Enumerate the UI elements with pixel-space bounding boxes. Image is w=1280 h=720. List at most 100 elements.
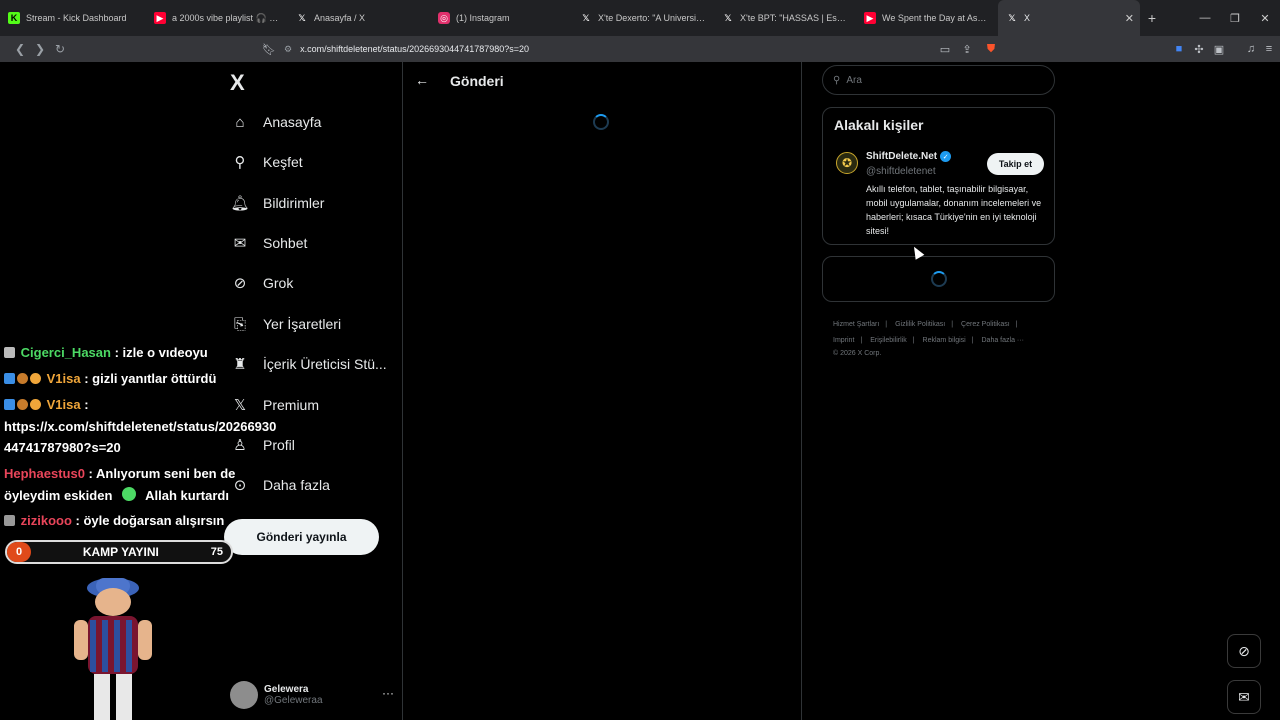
share-icon[interactable]: ⇪ <box>958 40 976 58</box>
grok-icon: ⊘ <box>233 275 247 292</box>
nav-item-messages[interactable]: ✉ Sohbet <box>230 229 308 257</box>
extension-icon[interactable]: ■ <box>1170 40 1188 58</box>
browser-tab[interactable]: ▶ We Spent the Day at Asmongold <box>856 0 998 36</box>
search-icon: ⚲ <box>833 74 841 86</box>
copyright: © 2026 X Corp. <box>833 350 882 357</box>
nav-item-creator-studio[interactable]: ♜ İçerik Üreticisi Stü... <box>230 350 387 378</box>
browser-tab[interactable]: 𝕏 X'te Dexerto: "A University of M <box>572 0 714 36</box>
footer-link[interactable]: Daha fazla ··· <box>982 337 1024 344</box>
loading-card <box>822 256 1055 302</box>
more-dots-icon[interactable]: ··· <box>382 686 394 700</box>
nav-item-home[interactable]: ⌂ Anasayfa <box>230 108 321 136</box>
camp-stream-bar: 0 KAMP YAYINI 75 <box>5 540 233 564</box>
browser-tab[interactable]: 𝕏 X'te BPT: "HASSAS | Esenyurt'ta <box>714 0 856 36</box>
tab-title: X'te Dexerto: "A University of M <box>598 13 706 23</box>
chat-badge-icon <box>30 373 41 384</box>
search-placeholder: Ara <box>846 74 862 86</box>
streamer-avatar-figure <box>74 578 152 720</box>
nav-item-explore[interactable]: ⚲ Keşfet <box>230 148 303 176</box>
account-info: Gelewera @Geleweraa <box>264 684 323 706</box>
x-icon: 𝕏 <box>1008 12 1016 23</box>
new-tab-button[interactable]: + <box>1140 10 1164 26</box>
grok-fab-icon[interactable]: ⊘ <box>1227 634 1261 668</box>
chat-badge-icon <box>17 373 28 384</box>
nav-item-notifications[interactable]: 🔔︎ Bildirimler <box>230 189 324 217</box>
chat-text: : izle o vıdeoyu <box>110 345 208 360</box>
close-window-icon[interactable]: ✕ <box>1250 0 1280 36</box>
chat-badge-icon <box>4 399 15 410</box>
account-switcher[interactable]: Gelewera @Geleweraa ··· <box>230 678 394 712</box>
nav-label: İçerik Üreticisi Stü... <box>263 356 387 372</box>
avatar <box>230 681 258 709</box>
search-input[interactable]: ⚲ Ara <box>822 65 1055 95</box>
forward-icon[interactable]: ❯ <box>30 42 50 56</box>
chat-badge-icon <box>30 399 41 410</box>
window-controls: — ❐ ✕ <box>1190 0 1280 36</box>
post-button[interactable]: Gönderi yayınla <box>224 519 379 555</box>
browser-tab[interactable]: ◎ (1) Instagram <box>430 0 572 36</box>
puzzle-icon[interactable]: ✣ <box>1190 40 1208 58</box>
account-name: Gelewera <box>264 684 309 695</box>
url-field[interactable]: ⚙ x.com/shiftdeletenet/status/2026693044… <box>284 40 974 58</box>
cast-icon[interactable]: ▭ <box>936 40 954 58</box>
youtube-icon: ▶ <box>864 12 876 24</box>
chat-badge-icon <box>4 515 15 526</box>
search-icon: ⚲ <box>234 154 246 171</box>
minimize-icon[interactable]: — <box>1190 0 1220 36</box>
post-column: ← Gönderi <box>403 62 801 720</box>
verified-badge-icon: ✓ <box>940 151 952 162</box>
nav-item-premium[interactable]: 𝕏 Premium <box>230 391 319 419</box>
tab-title: a 2000s vibe playlist 🎧 - YouTube <box>172 12 280 23</box>
brave-shield-icon[interactable]: ⛊ <box>982 40 1000 58</box>
footer-link[interactable]: Imprint <box>833 337 854 344</box>
bookmark-star-icon[interactable]: 🔖︎ <box>260 40 278 58</box>
nav-label: Sohbet <box>263 235 308 251</box>
kick-icon: K <box>8 12 20 24</box>
chat-user: zizikooo <box>20 513 72 528</box>
site-info-icon[interactable]: ⚙ <box>284 44 292 55</box>
youtube-icon: ▶ <box>154 12 166 24</box>
browser-tab-active[interactable]: 𝕏 X ✕ <box>998 0 1140 36</box>
x-icon: 𝕏 <box>582 12 590 23</box>
footer-link[interactable]: Gizlilik Politikası <box>895 321 945 328</box>
browser-tab[interactable]: ▶ a 2000s vibe playlist 🎧 - YouTube <box>146 0 288 36</box>
nav-item-profile[interactable]: ♙ Profil <box>230 431 295 459</box>
person-icon: ♙ <box>233 437 247 454</box>
restore-icon[interactable]: ❐ <box>1220 0 1250 36</box>
emote-icon <box>122 487 137 501</box>
tab-title: Stream - Kick Dashboard <box>26 13 127 23</box>
tab-title: X'te BPT: "HASSAS | Esenyurt'ta <box>740 13 848 23</box>
close-tab-icon[interactable]: ✕ <box>1125 12 1134 25</box>
media-icon[interactable]: ♫ <box>1242 40 1260 58</box>
browser-tab[interactable]: K Stream - Kick Dashboard <box>0 0 146 36</box>
messages-fab-icon[interactable]: ✉ <box>1227 680 1261 714</box>
account-name[interactable]: ShiftDelete.Net ✓ <box>866 151 952 162</box>
loading-spinner <box>593 114 609 130</box>
page-title: Gönderi <box>450 73 504 89</box>
browser-tab[interactable]: 𝕏 Anasayfa / X <box>288 0 430 36</box>
x-logo[interactable]: X <box>230 70 245 96</box>
mail-icon: ✉ <box>233 235 247 252</box>
chat-text: : <box>80 397 89 412</box>
nav-item-bookmarks[interactable]: ⎘ Yer İşaretleri <box>230 310 341 338</box>
follow-button[interactable]: Takip et <box>987 153 1044 175</box>
footer-link[interactable]: Erişilebilirlik <box>870 337 907 344</box>
menu-icon[interactable]: ≡ <box>1260 40 1278 58</box>
reload-icon[interactable]: ↻ <box>50 42 70 56</box>
camp-right-count: 75 <box>210 546 223 558</box>
sidebar-icon[interactable]: ▣ <box>1210 40 1228 58</box>
camp-left-count: 0 <box>7 542 31 562</box>
back-arrow-icon[interactable]: ← <box>415 72 429 88</box>
nav-item-more[interactable]: ⊙ Daha fazla <box>230 471 330 499</box>
shiftdelete-avatar[interactable]: ✪ <box>836 152 858 174</box>
nav-label: Keşfet <box>263 154 303 170</box>
footer-link[interactable]: Hizmet Şartları <box>833 321 879 328</box>
chat-badge-icon <box>4 347 15 358</box>
footer-link[interactable]: Reklam bilgisi <box>923 337 966 344</box>
footer-link[interactable]: Çerez Politikası <box>961 321 1010 328</box>
account-handle: @shiftdeletenet <box>866 166 936 177</box>
x-icon: 𝕏 <box>298 12 306 23</box>
chat-user: Hephaestus0 <box>4 466 85 481</box>
back-icon[interactable]: ❮ <box>10 42 30 56</box>
nav-item-grok[interactable]: ⊘ Grok <box>230 269 294 297</box>
